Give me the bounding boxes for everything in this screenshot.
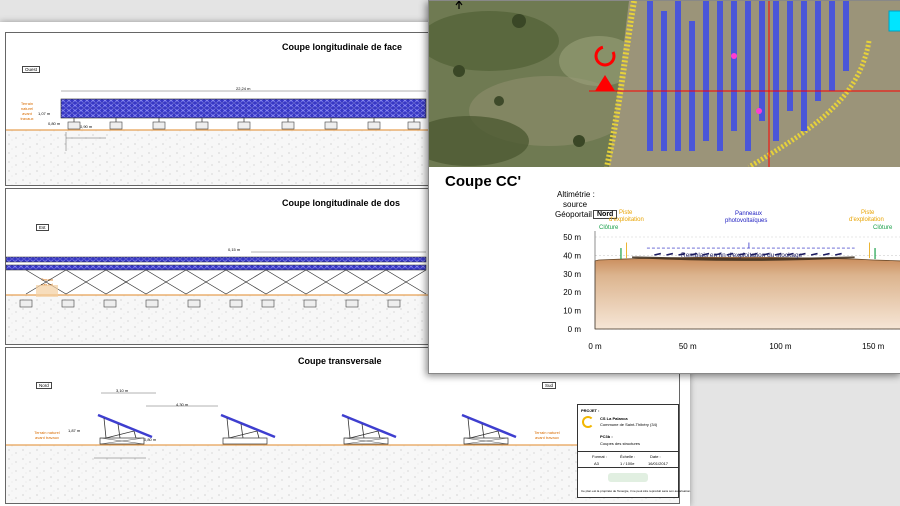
trans-table-2 bbox=[220, 413, 276, 445]
overlay-sheet: Coupe CC' Altimétrie : source Géoportail… bbox=[428, 0, 900, 374]
tb-footer: Ce plan est la propriété de Tenergie, il… bbox=[581, 489, 692, 493]
cc-panel-mark bbox=[654, 252, 662, 256]
cc-annot-panels-1: Panneaux bbox=[735, 211, 763, 217]
tb-col-date: Date : bbox=[650, 454, 661, 459]
cc-panel-mark bbox=[822, 252, 830, 256]
tb-project: CS La Palanca bbox=[600, 416, 628, 421]
cc-x-tick: 100 m bbox=[769, 342, 792, 351]
cc-profile-chart: 0 m 10 m 20 m 30 m 40 m 50 m 0 m 50 m 100 m 150 m bbox=[563, 231, 900, 351]
cc-ground-area bbox=[594, 256, 900, 330]
cc-y-tick: 30 m bbox=[563, 270, 581, 279]
tb-date: 16/01/2017 bbox=[648, 461, 669, 466]
cc-annot-remblais: Remblais en fin d'exploitation du stocka… bbox=[681, 252, 803, 259]
cc-annot-cloture-right: Clôture bbox=[873, 225, 893, 231]
cc-panel-mark bbox=[666, 252, 674, 256]
cc-x-tick: 50 m bbox=[679, 342, 697, 351]
trans-table-1 bbox=[97, 413, 153, 445]
cc-annot-piste-right-2: d'exploitation bbox=[849, 217, 884, 223]
cc-x-tick: 150 m bbox=[862, 342, 885, 351]
trans-table-3 bbox=[341, 413, 397, 445]
tenergie-logo-icon bbox=[582, 416, 594, 428]
title-block: PROJET : CS La Palanca Commune de Saint-… bbox=[577, 404, 691, 498]
cc-y-tick: 40 m bbox=[563, 251, 581, 260]
cc-annot-cloture-left: Clôture bbox=[599, 225, 619, 231]
cc-x-tick: 0 m bbox=[588, 342, 602, 351]
tb-echelle: 1 / 100e bbox=[620, 461, 635, 466]
tb-doc-title: Coupes des structures bbox=[600, 441, 641, 446]
tb-col-format: Format : bbox=[592, 454, 607, 459]
tb-doc: PC3b : bbox=[600, 434, 613, 439]
tb-commune: Commune de Saint-Thibéry (34) bbox=[600, 422, 658, 427]
cc-panel-mark bbox=[834, 252, 842, 256]
tb-projet-label: PROJET : bbox=[581, 408, 600, 413]
cc-y-tick: 20 m bbox=[563, 288, 581, 297]
cc-annot-piste-left-2: d'exploitation bbox=[609, 217, 644, 223]
face-pv-panels bbox=[60, 98, 427, 119]
tb-col-echelle: Échelle : bbox=[620, 454, 636, 459]
trans-table-4 bbox=[461, 413, 517, 445]
cc-panel-mark bbox=[810, 252, 818, 256]
cc-y-tick: 10 m bbox=[563, 307, 581, 316]
cc-y-tick: 0 m bbox=[568, 325, 582, 334]
tb-format: A3 bbox=[594, 461, 599, 466]
aerial-map bbox=[429, 1, 900, 167]
cc-y-tick: 50 m bbox=[563, 233, 581, 242]
cc-annot-piste-left-1: Piste bbox=[619, 210, 633, 216]
cc-annot-piste-right-1: Piste bbox=[861, 210, 875, 216]
cc-annot-panels-2: photovoltaïques bbox=[725, 218, 768, 224]
tenergie-watermark-icon bbox=[608, 473, 648, 482]
